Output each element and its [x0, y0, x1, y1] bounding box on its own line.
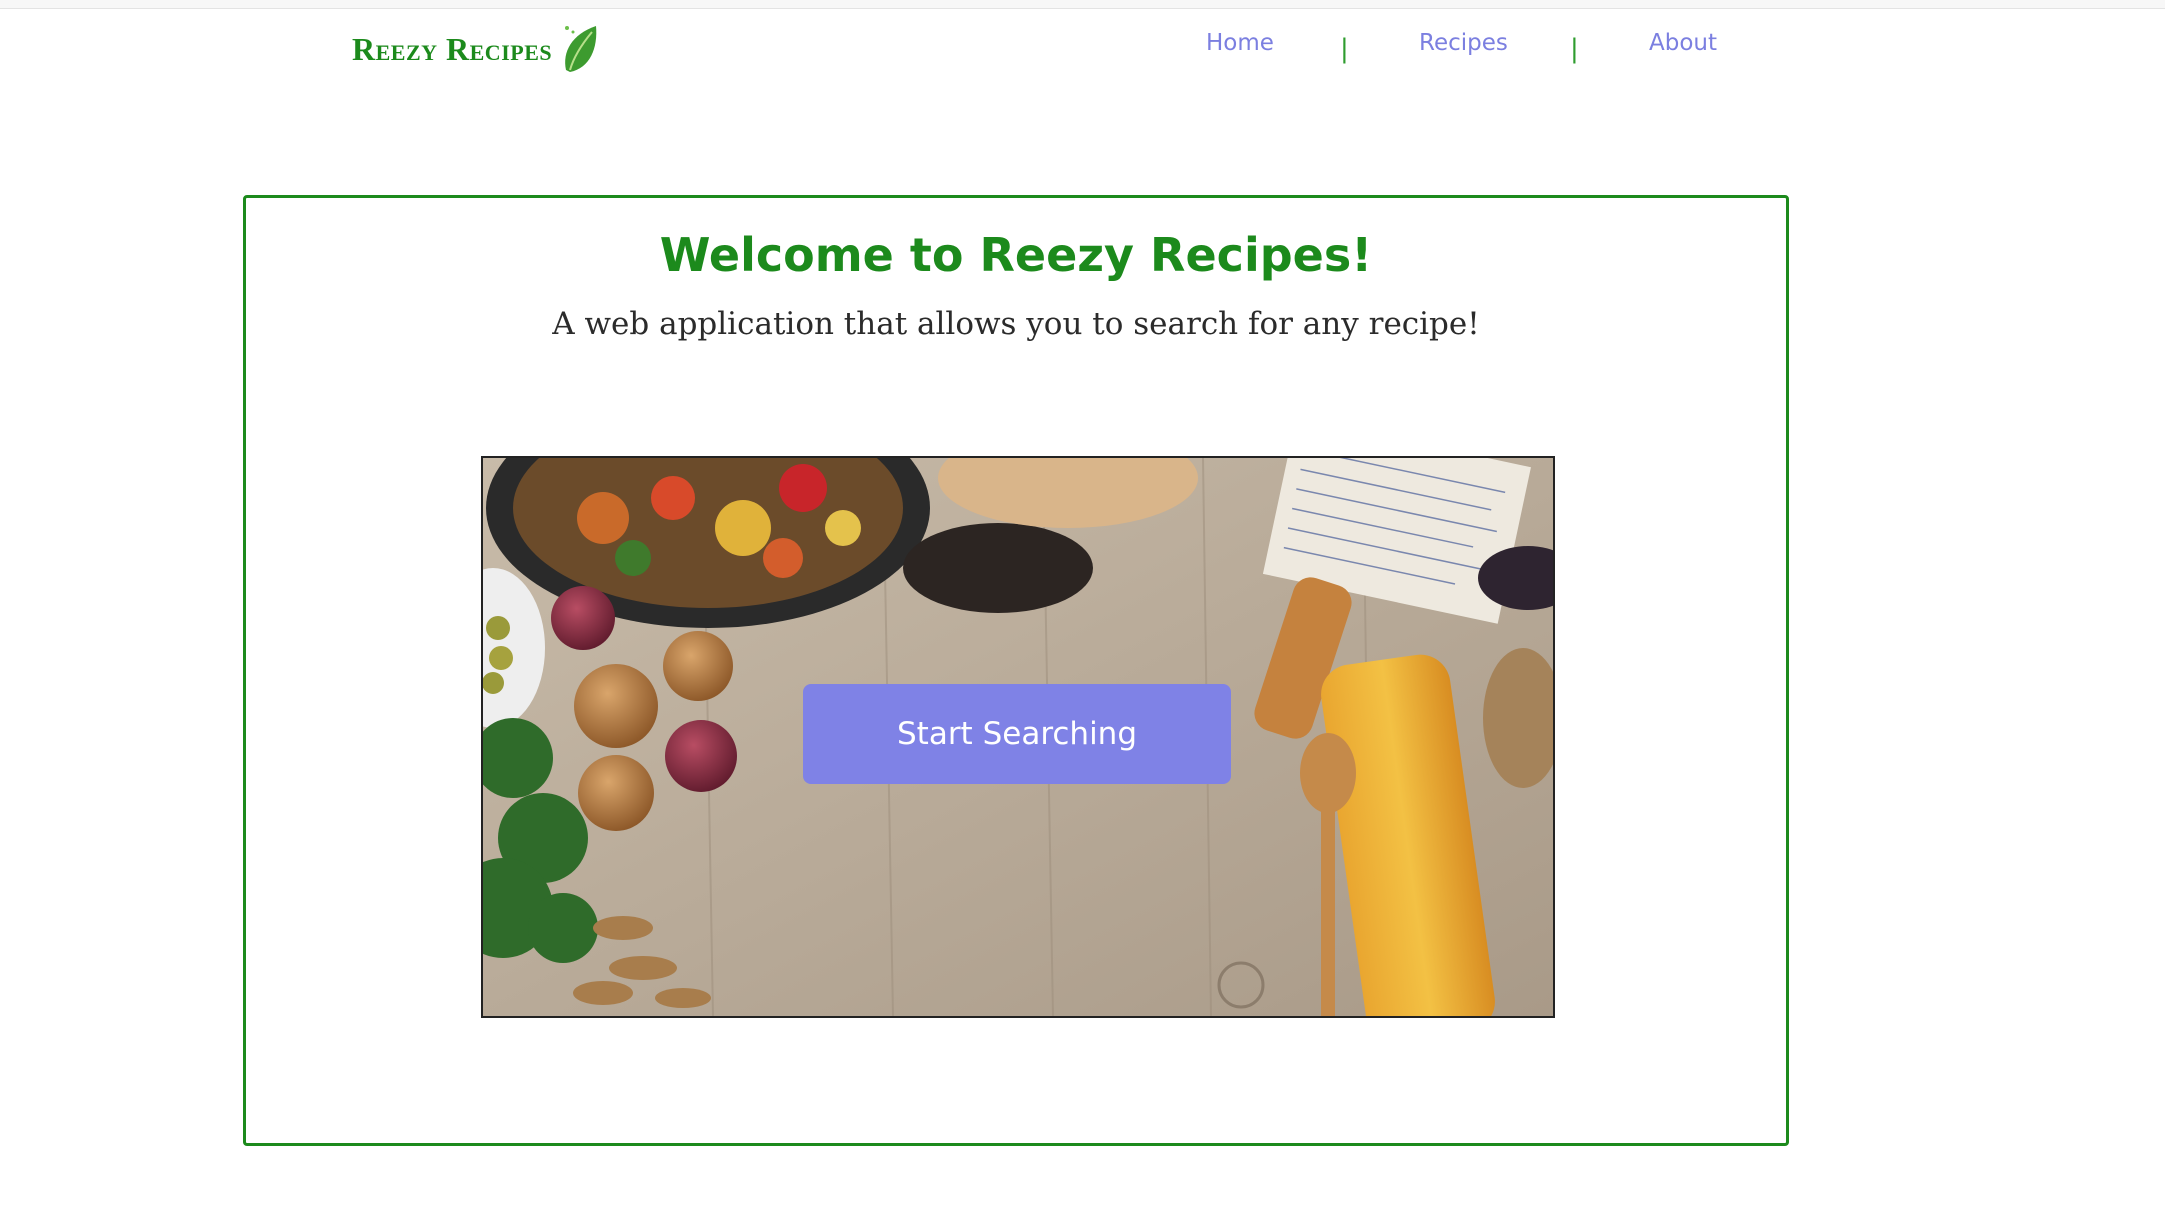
navbar: Reezy Recipes Home | Recipes | About [0, 8, 2165, 80]
nav-recipes-link[interactable]: Recipes [1419, 30, 1508, 56]
page-title: Welcome to Reezy Recipes! [659, 228, 1373, 282]
nav-home-link[interactable]: Home [1206, 30, 1274, 56]
nav-about-link[interactable]: About [1649, 30, 1717, 56]
start-searching-button[interactable]: Start Searching [803, 684, 1231, 784]
food-hero-image: Start Searching [481, 456, 1555, 1018]
brand-logo[interactable]: Reezy Recipes [352, 22, 600, 76]
welcome-panel: Welcome to Reezy Recipes! A web applicat… [243, 195, 1789, 1146]
brand-name: Reezy Recipes [352, 30, 553, 67]
nav-separator: | [1570, 34, 1579, 64]
nav-separator: | [1340, 34, 1349, 64]
page-subtitle: A web application that allows you to sea… [552, 306, 1480, 342]
leaf-icon [565, 26, 597, 72]
